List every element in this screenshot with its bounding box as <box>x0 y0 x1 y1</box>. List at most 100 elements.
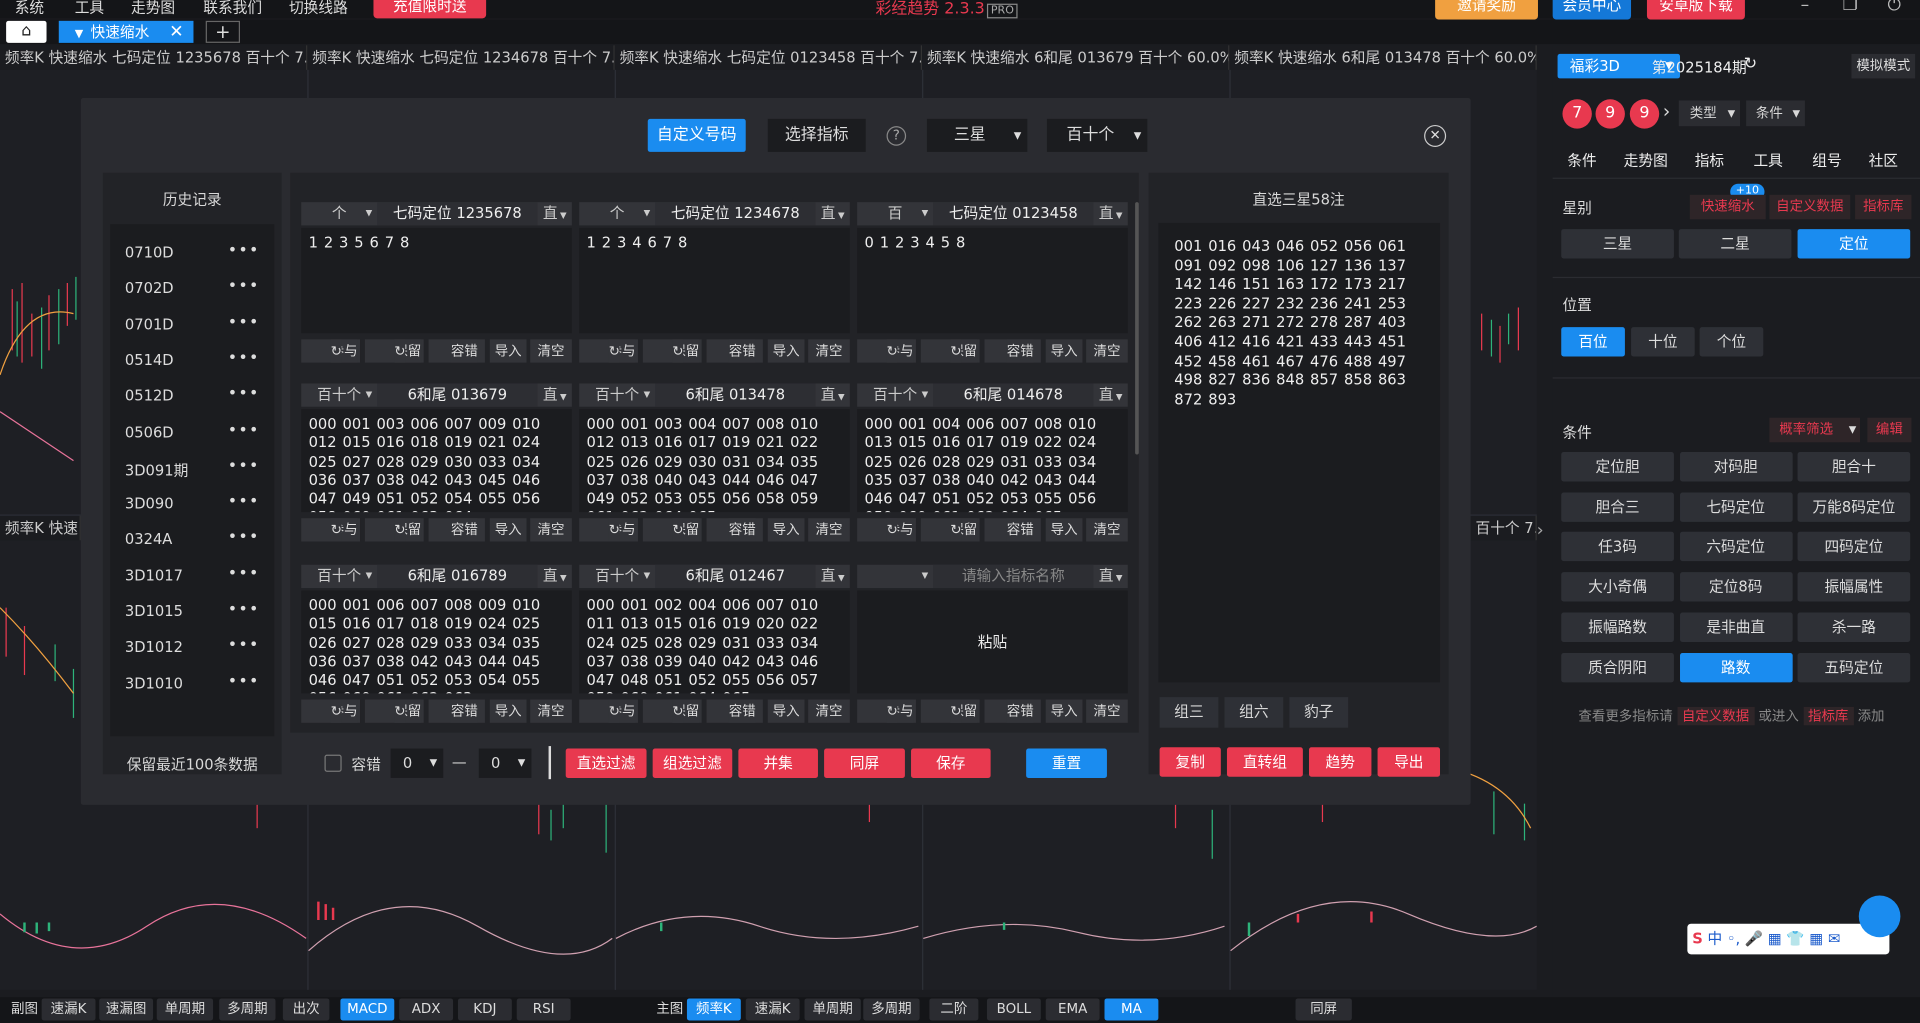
reset-button[interactable]: 重置 <box>1026 748 1107 778</box>
pane-position-select[interactable]: 百十个 ▼ <box>301 565 377 588</box>
condition-item[interactable]: 四码定位 <box>1797 532 1911 562</box>
pane-mode-select[interactable]: 直 ▼ <box>816 383 850 406</box>
bottom-left-item[interactable]: 多周期 <box>219 998 276 1021</box>
tol-toggle[interactable]: 容错 ○ <box>706 518 763 542</box>
more-dots-icon[interactable]: ••• <box>228 600 260 618</box>
add-tab-icon[interactable]: + <box>205 20 241 43</box>
bottom-right-item[interactable]: 频率K <box>686 998 741 1021</box>
tab-select-indicator[interactable]: 选择指标 <box>767 118 866 152</box>
history-item[interactable]: 0710D <box>125 244 174 261</box>
clear-button[interactable]: 清空 <box>1086 699 1128 723</box>
ref-toggle[interactable]: 参与 ↻ <box>579 699 638 723</box>
chart-panel-header[interactable]: 频率K 快速缩水 6和尾 013679 百十个 60.0% <box>922 45 1230 70</box>
chart-panel-header[interactable]: 频率K 快速缩水 七码定位 1234678 百十个 7... <box>307 45 615 70</box>
condition-item[interactable]: 胆合三 <box>1561 492 1674 522</box>
pane-position-select[interactable]: 个 ▼ <box>579 202 655 225</box>
nav-group[interactable]: 组号 <box>1812 149 1841 170</box>
pane-numbers[interactable]: 1 2 3 5 6 7 8 <box>301 227 572 334</box>
bottom-left-item[interactable]: 速漏图 <box>99 998 154 1021</box>
import-button[interactable]: 导入 <box>1045 518 1083 542</box>
menu-trend[interactable]: 走势图 <box>131 0 175 17</box>
tol-toggle[interactable]: 容错 ○ <box>428 339 485 363</box>
pane-numbers[interactable]: 000 001 003 006 007 009 010 012 015 016 … <box>301 409 572 513</box>
condition-item[interactable]: 七码定位 <box>1679 492 1793 522</box>
bottom-right-item[interactable]: 多周期 <box>863 998 920 1021</box>
recharge-button[interactable]: 充值限时送 <box>373 0 487 19</box>
home-icon[interactable]: ⌂ <box>6 20 47 43</box>
nav-indicators[interactable]: 指标 <box>1695 149 1724 170</box>
close-icon[interactable]: ✕ <box>169 21 183 43</box>
link-indicator-lib[interactable]: 指标库 <box>1855 194 1912 220</box>
pos-tens[interactable]: 十位 <box>1631 327 1695 357</box>
clear-button[interactable]: 清空 <box>1086 339 1128 363</box>
chart-panel-header[interactable]: 百十个 7... <box>1470 515 1537 541</box>
clear-button[interactable]: 清空 <box>1086 518 1128 542</box>
clear-button[interactable]: 清空 <box>808 339 850 363</box>
ref-toggle[interactable]: 参与 ↻ <box>301 339 361 363</box>
copy-button[interactable]: 复制 <box>1159 747 1221 777</box>
prob-filter-select[interactable]: 概率筛选 ▼ <box>1769 417 1861 443</box>
same-screen-button[interactable]: 同屏 <box>824 748 905 778</box>
ref-toggle[interactable]: 参与 ↻ <box>301 699 361 723</box>
tolerance-to-select[interactable]: 0 ▼ <box>478 748 532 778</box>
bottom-right-item[interactable]: 单周期 <box>804 998 861 1021</box>
bottom-right-item[interactable]: MA <box>1104 998 1159 1021</box>
history-item[interactable]: 0701D <box>125 316 174 333</box>
export-button[interactable]: 导出 <box>1377 747 1441 777</box>
star-three[interactable]: 三星 <box>1561 229 1674 259</box>
condition-item[interactable]: 杀一路 <box>1797 612 1911 642</box>
pane-numbers[interactable]: 000 001 004 006 007 008 010 013 015 016 … <box>857 409 1128 513</box>
more-dots-icon[interactable]: ••• <box>228 457 260 475</box>
clear-button[interactable]: 清空 <box>808 699 850 723</box>
pane-mode-select[interactable]: 直 ▼ <box>538 383 572 406</box>
chevron-right-icon[interactable]: › <box>1663 100 1670 122</box>
pane-position-select[interactable]: 百十个 ▼ <box>579 383 655 406</box>
tab-quick-shrink[interactable]: ▼ 快速缩水 ✕ <box>58 20 194 43</box>
pane-mode-select[interactable]: 直 ▼ <box>1093 383 1127 406</box>
bottom-right-item[interactable]: 速漏K <box>745 998 800 1021</box>
ref-toggle[interactable]: 参与 ↻ <box>579 339 638 363</box>
clear-button[interactable]: 清空 <box>530 518 572 542</box>
pane-name[interactable]: 七码定位 1235678 <box>377 202 538 226</box>
history-item[interactable]: 0514D <box>125 351 174 368</box>
pos-units[interactable]: 个位 <box>1699 327 1764 357</box>
pane-numbers[interactable]: 000 001 006 007 008 009 010 015 016 017 … <box>301 590 572 694</box>
ref-toggle[interactable]: 参与 ↻ <box>857 699 916 723</box>
more-lib-link[interactable]: 指标库 <box>1803 706 1854 726</box>
pane-name[interactable]: 七码定位 0123458 <box>933 202 1094 226</box>
clear-button[interactable]: 清空 <box>530 339 572 363</box>
condition-item[interactable]: 胆合十 <box>1797 452 1911 482</box>
assistant-icon[interactable] <box>1858 895 1901 938</box>
tol-toggle[interactable]: 容错 ○ <box>984 339 1041 363</box>
import-button[interactable]: 导入 <box>489 518 527 542</box>
pane-position-select[interactable]: 百十个 ▼ <box>301 383 377 406</box>
ref-toggle[interactable]: 参与 ↻ <box>857 518 916 542</box>
history-item[interactable]: 3D1017 <box>125 567 183 584</box>
tol-toggle[interactable]: 容错 ○ <box>706 339 763 363</box>
save-button[interactable]: 保存 <box>911 748 991 778</box>
condition-item[interactable]: 任3码 <box>1561 532 1674 562</box>
minimize-icon[interactable]: – <box>1794 0 1816 15</box>
keep-toggle[interactable]: 保留 ↻ <box>642 339 702 363</box>
more-custom-link[interactable]: 自定义数据 <box>1676 706 1755 726</box>
condition-item[interactable]: 万能8码定位 <box>1797 492 1911 522</box>
import-button[interactable]: 导入 <box>1045 339 1083 363</box>
edit-button[interactable]: 编辑 <box>1867 417 1912 443</box>
more-dots-icon[interactable]: ••• <box>228 241 260 259</box>
pane-position-select[interactable]: 百 ▼ <box>857 202 933 225</box>
chart-panel-header[interactable]: 频率K 快速缩水 6和尾 013478 百十个 60.0% <box>1229 45 1537 70</box>
condition-item[interactable]: 定位胆 <box>1561 452 1674 482</box>
star-two[interactable]: 二星 <box>1678 229 1792 259</box>
history-item[interactable]: 3D090 <box>125 495 174 512</box>
pane-mode-select[interactable]: 直 ▼ <box>1093 202 1127 225</box>
more-dots-icon[interactable]: ••• <box>228 564 260 582</box>
bottom-right-item[interactable]: BOLL <box>986 998 1041 1021</box>
history-item[interactable]: 3D1012 <box>125 639 183 656</box>
more-dots-icon[interactable]: ••• <box>228 528 260 546</box>
union-button[interactable]: 并集 <box>738 748 818 778</box>
history-item[interactable]: 3D091期 <box>125 459 188 480</box>
bottom-left-item[interactable]: 出次 <box>282 998 330 1021</box>
pos-hundreds[interactable]: 百位 <box>1561 327 1625 357</box>
menu-system[interactable]: 系统 <box>15 0 44 17</box>
condition-item[interactable]: 五码定位 <box>1797 652 1911 682</box>
